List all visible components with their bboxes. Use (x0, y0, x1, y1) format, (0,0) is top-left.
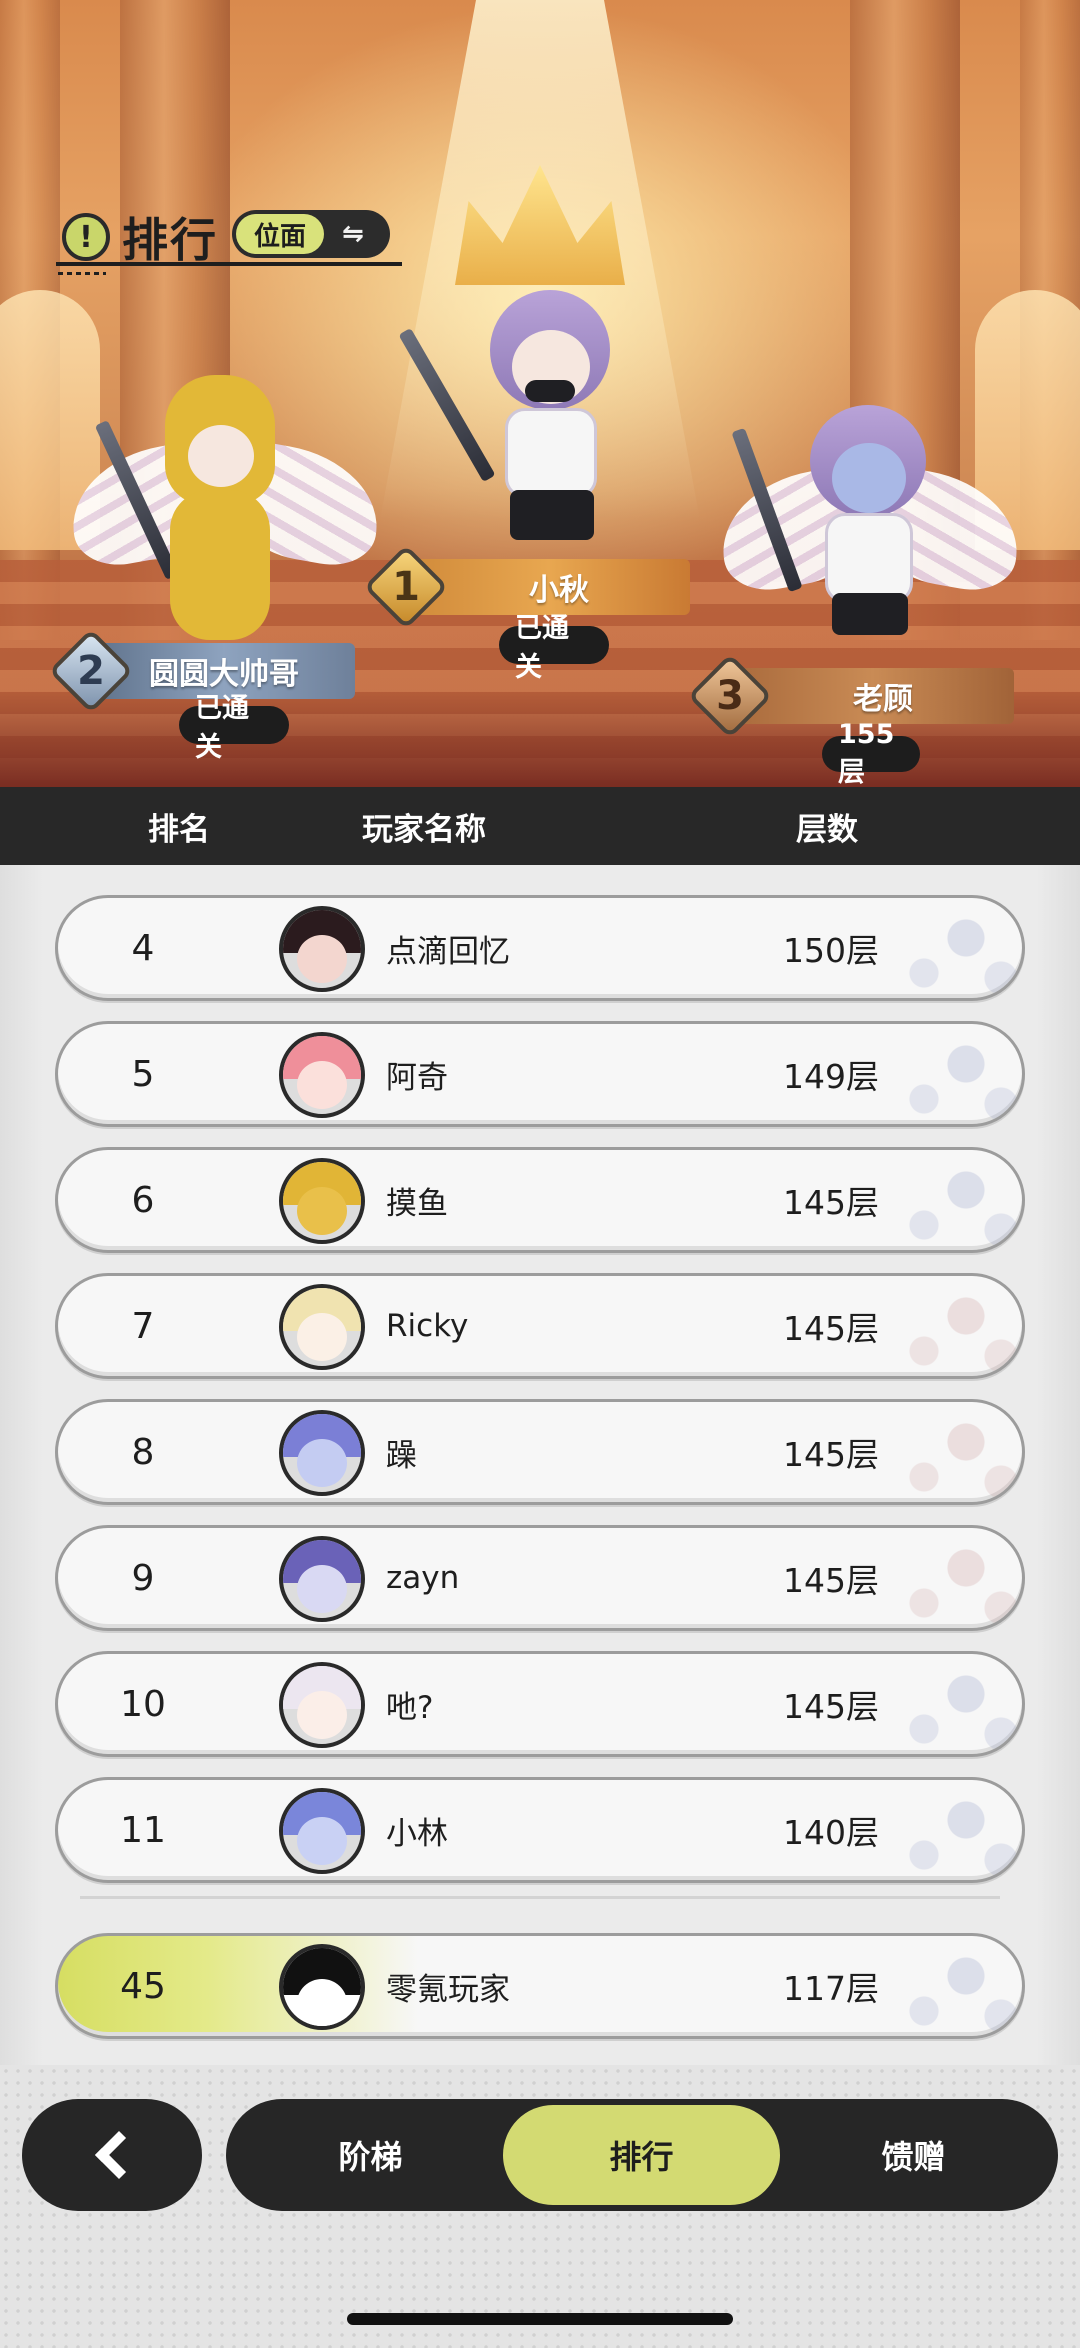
home-indicator[interactable] (347, 2313, 733, 2325)
row-player-name: 摸鱼 (386, 1185, 448, 1222)
podium-rank-1-status: 已通关 (499, 613, 609, 683)
podium-hero: 1 小秋 已通关 2 圆圆大帅哥 已通关 3 老顾 155层 ! 排行 位面 ⇋ (0, 0, 1080, 787)
list-divider (80, 1896, 1000, 1899)
switch-icon: ⇋ (342, 219, 364, 249)
header-player: 玩家名称 (362, 811, 486, 848)
header-floors: 层数 (796, 811, 858, 848)
table-row[interactable]: 5 阿奇 149层 (55, 1021, 1025, 1127)
row-floors: 150层 (783, 931, 879, 970)
back-button[interactable] (22, 2099, 202, 2211)
scope-switch-button[interactable]: 位面 ⇋ (232, 210, 390, 258)
table-row[interactable]: 11 小林 140层 (55, 1777, 1025, 1883)
tab-gifts[interactable]: 馈赠 (775, 2105, 1052, 2205)
row-floors: 117层 (783, 1969, 879, 2008)
avatar[interactable] (279, 1032, 365, 1118)
rank-3-character[interactable] (700, 395, 1029, 685)
rank-3-badge: 3 (687, 653, 773, 739)
title-dots (58, 272, 106, 275)
avatar[interactable] (279, 1662, 365, 1748)
title-underline (56, 262, 402, 266)
row-floors: 145层 (783, 1309, 879, 1348)
row-player-name: 吔? (386, 1689, 434, 1726)
ranking-title: ! 排行 (62, 204, 218, 270)
rank-2-badge: 2 (48, 628, 134, 714)
tab-ladder[interactable]: 阶梯 (232, 2105, 509, 2205)
row-player-name: 点滴回忆 (386, 933, 510, 970)
table-row[interactable]: 10 吔? 145层 (55, 1651, 1025, 1757)
avatar[interactable] (279, 1536, 365, 1622)
rank-2-character[interactable] (61, 355, 389, 655)
row-rank: 6 (131, 1179, 155, 1221)
row-player-name: 躁 (386, 1437, 417, 1474)
row-player-name: 阿奇 (386, 1059, 448, 1096)
row-rank: 5 (131, 1053, 155, 1095)
info-icon[interactable]: ! (62, 213, 110, 261)
podium-rank-3-name: 老顾 (732, 668, 1014, 724)
table-header: 排名 玩家名称 层数 (0, 787, 1080, 865)
avatar[interactable] (279, 1158, 365, 1244)
table-row[interactable]: 4 点滴回忆 150层 (55, 895, 1025, 1001)
row-rank: 4 (131, 927, 155, 969)
avatar[interactable] (279, 1284, 365, 1370)
row-rank: 9 (131, 1557, 155, 1599)
scope-label: 位面 (236, 214, 325, 254)
row-player-name: zayn (386, 1560, 460, 1596)
header-rank: 排名 (148, 811, 210, 848)
row-rank: 8 (131, 1431, 155, 1473)
tab-bar: 阶梯 排行 馈赠 (226, 2099, 1058, 2211)
row-floors: 149层 (783, 1057, 879, 1096)
page-title: 排行 (122, 213, 218, 267)
row-player-name: Ricky (386, 1308, 469, 1344)
row-rank: 10 (120, 1683, 166, 1725)
row-player-name: 小林 (386, 1815, 448, 1852)
table-row[interactable]: 9 zayn 145层 (55, 1525, 1025, 1631)
row-rank: 11 (120, 1809, 166, 1851)
row-floors: 145层 (783, 1183, 879, 1222)
avatar[interactable] (279, 906, 365, 992)
tab-ranking[interactable]: 排行 (503, 2105, 780, 2205)
avatar[interactable] (279, 1410, 365, 1496)
row-floors: 145层 (783, 1561, 879, 1600)
row-rank: 45 (120, 1965, 166, 2007)
row-floors: 145层 (783, 1687, 879, 1726)
row-player-name: 零氪玩家 (386, 1971, 510, 2008)
rank-1-badge: 1 (363, 544, 449, 630)
podium-rank-3-status: 155层 (822, 719, 920, 787)
table-row[interactable]: 8 躁 145层 (55, 1399, 1025, 1505)
table-row[interactable]: 7 Ricky 145层 (55, 1273, 1025, 1379)
podium-rank-3-plate[interactable]: 3 老顾 (687, 653, 1014, 739)
avatar[interactable] (279, 1944, 365, 2030)
podium-rank-2-status: 已通关 (179, 693, 289, 763)
avatar[interactable] (279, 1788, 365, 1874)
rank-1-character[interactable] (398, 280, 650, 570)
row-floors: 145层 (783, 1435, 879, 1474)
row-rank: 7 (131, 1305, 155, 1347)
table-row[interactable]: 6 摸鱼 145层 (55, 1147, 1025, 1253)
self-rank-row[interactable]: 45 零氪玩家 117层 (55, 1933, 1025, 2039)
chevron-left-icon (94, 2130, 144, 2180)
row-floors: 140层 (783, 1813, 879, 1852)
